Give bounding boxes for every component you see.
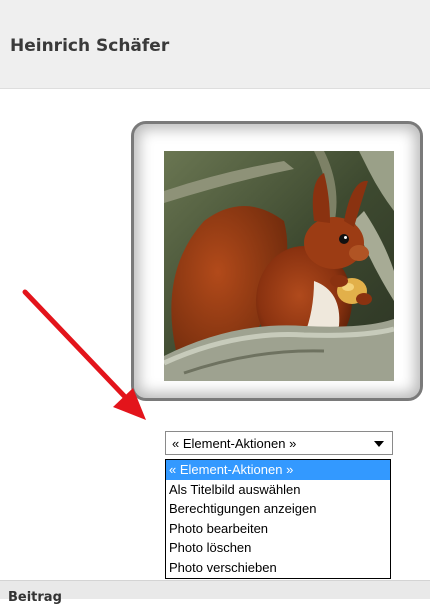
element-actions-select[interactable]: « Element-Aktionen »: [165, 431, 393, 455]
option-element-actions[interactable]: « Element-Aktionen »: [166, 460, 390, 480]
section-footer: Beitrag: [0, 580, 430, 605]
option-move-photo[interactable]: Photo verschieben: [166, 558, 390, 578]
option-edit-photo[interactable]: Photo bearbeiten: [166, 519, 390, 539]
chevron-down-icon[interactable]: [374, 441, 384, 447]
option-show-permissions[interactable]: Berechtigungen anzeigen: [166, 499, 390, 519]
select-value: « Element-Aktionen »: [172, 436, 297, 451]
option-delete-photo[interactable]: Photo löschen: [166, 538, 390, 558]
element-actions-dropdown: « Element-Aktionen » Als Titelbild auswä…: [165, 459, 391, 579]
option-set-as-title-image[interactable]: Als Titelbild auswählen: [166, 480, 390, 500]
